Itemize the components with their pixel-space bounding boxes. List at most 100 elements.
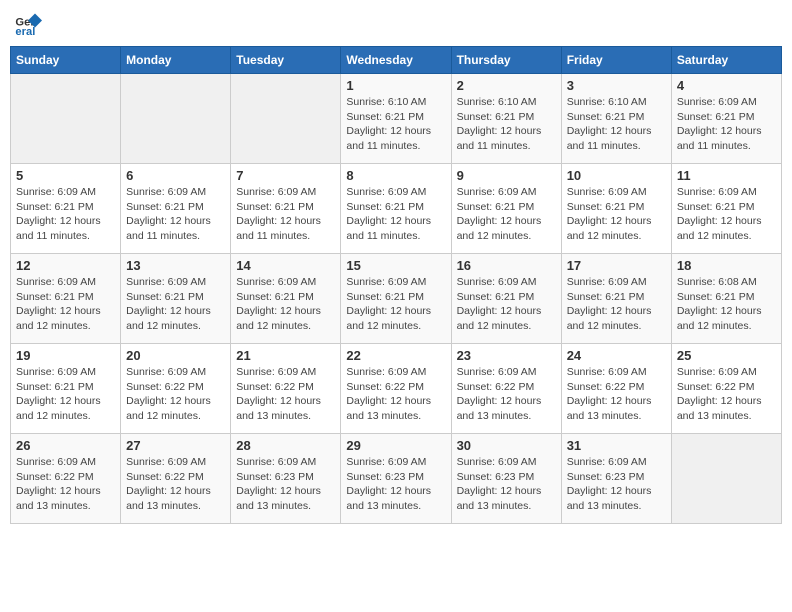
- day-number: 12: [16, 258, 115, 273]
- calendar-cell: [11, 74, 121, 164]
- calendar-cell: 1 Sunrise: 6:10 AMSunset: 6:21 PMDaylight…: [341, 74, 451, 164]
- day-number: 28: [236, 438, 335, 453]
- calendar-cell: 23 Sunrise: 6:09 AMSunset: 6:22 PMDayligh…: [451, 344, 561, 434]
- day-number: 30: [457, 438, 556, 453]
- calendar-cell: 10 Sunrise: 6:09 AMSunset: 6:21 PMDayligh…: [561, 164, 671, 254]
- day-info: Sunrise: 6:09 AMSunset: 6:21 PMDaylight:…: [346, 185, 445, 244]
- day-info: Sunrise: 6:09 AMSunset: 6:21 PMDaylight:…: [457, 275, 556, 334]
- day-info: Sunrise: 6:09 AMSunset: 6:21 PMDaylight:…: [677, 95, 776, 154]
- calendar-cell: 30 Sunrise: 6:09 AMSunset: 6:23 PMDayligh…: [451, 434, 561, 524]
- calendar-cell: 11 Sunrise: 6:09 AMSunset: 6:21 PMDayligh…: [671, 164, 781, 254]
- calendar-cell: 2Sunrise: 6:10 AMSunset: 6:21 PMDaylight…: [451, 74, 561, 164]
- calendar-cell: 12 Sunrise: 6:09 AMSunset: 6:21 PMDayligh…: [11, 254, 121, 344]
- day-info: Sunrise: 6:09 AMSunset: 6:22 PMDaylight:…: [457, 365, 556, 424]
- calendar-cell: 14 Sunrise: 6:09 AMSunset: 6:21 PMDayligh…: [231, 254, 341, 344]
- day-number: 15: [346, 258, 445, 273]
- day-number: 18: [677, 258, 776, 273]
- day-number: 14: [236, 258, 335, 273]
- day-info: Sunrise: 6:09 AMSunset: 6:21 PMDaylight:…: [677, 185, 776, 244]
- column-header-friday: Friday: [561, 47, 671, 74]
- column-header-saturday: Saturday: [671, 47, 781, 74]
- calendar-week-4: 19 Sunrise: 6:09 AMSunset: 6:21 PMDayligh…: [11, 344, 782, 434]
- day-number: 24: [567, 348, 666, 363]
- day-info: Sunrise: 6:09 AMSunset: 6:22 PMDaylight:…: [16, 455, 115, 514]
- calendar-cell: 19 Sunrise: 6:09 AMSunset: 6:21 PMDayligh…: [11, 344, 121, 434]
- calendar-cell: 8Sunrise: 6:09 AMSunset: 6:21 PMDaylight…: [341, 164, 451, 254]
- calendar-cell: [121, 74, 231, 164]
- day-info: Sunrise: 6:09 AMSunset: 6:21 PMDaylight:…: [567, 275, 666, 334]
- calendar-cell: 3Sunrise: 6:10 AMSunset: 6:21 PMDaylight…: [561, 74, 671, 164]
- day-number: 7: [236, 168, 335, 183]
- day-number: 6: [126, 168, 225, 183]
- calendar-week-5: 26 Sunrise: 6:09 AMSunset: 6:22 PMDayligh…: [11, 434, 782, 524]
- calendar-table: SundayMondayTuesdayWednesdayThursdayFrid…: [10, 46, 782, 524]
- calendar-cell: 7 Sunrise: 6:09 AMSunset: 6:21 PMDaylight…: [231, 164, 341, 254]
- day-number: 10: [567, 168, 666, 183]
- day-number: 19: [16, 348, 115, 363]
- day-info: Sunrise: 6:09 AMSunset: 6:21 PMDaylight:…: [346, 275, 445, 334]
- day-number: 29: [346, 438, 445, 453]
- day-number: 23: [457, 348, 556, 363]
- calendar-week-2: 5 Sunrise: 6:09 AMSunset: 6:21 PMDaylight…: [11, 164, 782, 254]
- day-info: Sunrise: 6:09 AMSunset: 6:22 PMDaylight:…: [677, 365, 776, 424]
- day-info: Sunrise: 6:09 AMSunset: 6:23 PMDaylight:…: [457, 455, 556, 514]
- day-number: 3: [567, 78, 666, 93]
- day-info: Sunrise: 6:09 AMSunset: 6:22 PMDaylight:…: [126, 455, 225, 514]
- calendar-cell: 22Sunrise: 6:09 AMSunset: 6:22 PMDayligh…: [341, 344, 451, 434]
- day-number: 17: [567, 258, 666, 273]
- column-header-monday: Monday: [121, 47, 231, 74]
- day-number: 22: [346, 348, 445, 363]
- column-header-wednesday: Wednesday: [341, 47, 451, 74]
- day-info: Sunrise: 6:09 AMSunset: 6:21 PMDaylight:…: [16, 365, 115, 424]
- svg-text:eral: eral: [15, 26, 35, 38]
- day-number: 26: [16, 438, 115, 453]
- calendar-cell: 4 Sunrise: 6:09 AMSunset: 6:21 PMDaylight…: [671, 74, 781, 164]
- calendar-cell: 13Sunrise: 6:09 AMSunset: 6:21 PMDayligh…: [121, 254, 231, 344]
- day-number: 5: [16, 168, 115, 183]
- day-number: 25: [677, 348, 776, 363]
- calendar-week-3: 12 Sunrise: 6:09 AMSunset: 6:21 PMDayligh…: [11, 254, 782, 344]
- day-info: Sunrise: 6:09 AMSunset: 6:21 PMDaylight:…: [16, 185, 115, 244]
- calendar-week-1: 1 Sunrise: 6:10 AMSunset: 6:21 PMDaylight…: [11, 74, 782, 164]
- day-number: 4: [677, 78, 776, 93]
- day-number: 9: [457, 168, 556, 183]
- day-info: Sunrise: 6:09 AMSunset: 6:21 PMDaylight:…: [126, 185, 225, 244]
- calendar-cell: 29Sunrise: 6:09 AMSunset: 6:23 PMDayligh…: [341, 434, 451, 524]
- calendar-cell: 21 Sunrise: 6:09 AMSunset: 6:22 PMDayligh…: [231, 344, 341, 434]
- logo: Gen eral: [14, 10, 46, 38]
- calendar-cell: 15 Sunrise: 6:09 AMSunset: 6:21 PMDayligh…: [341, 254, 451, 344]
- day-number: 16: [457, 258, 556, 273]
- day-info: Sunrise: 6:09 AMSunset: 6:21 PMDaylight:…: [236, 185, 335, 244]
- day-info: Sunrise: 6:10 AMSunset: 6:21 PMDaylight:…: [346, 95, 445, 154]
- day-number: 21: [236, 348, 335, 363]
- calendar-cell: 26 Sunrise: 6:09 AMSunset: 6:22 PMDayligh…: [11, 434, 121, 524]
- calendar-cell: 9 Sunrise: 6:09 AMSunset: 6:21 PMDaylight…: [451, 164, 561, 254]
- day-info: Sunrise: 6:09 AMSunset: 6:21 PMDaylight:…: [457, 185, 556, 244]
- calendar-cell: 6 Sunrise: 6:09 AMSunset: 6:21 PMDaylight…: [121, 164, 231, 254]
- day-info: Sunrise: 6:09 AMSunset: 6:21 PMDaylight:…: [16, 275, 115, 334]
- day-info: Sunrise: 6:09 AMSunset: 6:22 PMDaylight:…: [236, 365, 335, 424]
- calendar-cell: [231, 74, 341, 164]
- day-info: Sunrise: 6:09 AMSunset: 6:21 PMDaylight:…: [126, 275, 225, 334]
- day-number: 11: [677, 168, 776, 183]
- page-header: Gen eral: [10, 10, 782, 38]
- column-header-tuesday: Tuesday: [231, 47, 341, 74]
- calendar-cell: 16 Sunrise: 6:09 AMSunset: 6:21 PMDayligh…: [451, 254, 561, 344]
- day-number: 31: [567, 438, 666, 453]
- day-info: Sunrise: 6:10 AMSunset: 6:21 PMDaylight:…: [457, 95, 556, 154]
- day-number: 27: [126, 438, 225, 453]
- day-info: Sunrise: 6:09 AMSunset: 6:23 PMDaylight:…: [567, 455, 666, 514]
- day-info: Sunrise: 6:08 AMSunset: 6:21 PMDaylight:…: [677, 275, 776, 334]
- calendar-cell: 5 Sunrise: 6:09 AMSunset: 6:21 PMDaylight…: [11, 164, 121, 254]
- day-info: Sunrise: 6:09 AMSunset: 6:22 PMDaylight:…: [126, 365, 225, 424]
- logo-icon: Gen eral: [14, 10, 42, 38]
- calendar-cell: 20Sunrise: 6:09 AMSunset: 6:22 PMDayligh…: [121, 344, 231, 434]
- column-header-thursday: Thursday: [451, 47, 561, 74]
- day-info: Sunrise: 6:09 AMSunset: 6:21 PMDaylight:…: [567, 185, 666, 244]
- calendar-cell: 24Sunrise: 6:09 AMSunset: 6:22 PMDayligh…: [561, 344, 671, 434]
- day-info: Sunrise: 6:09 AMSunset: 6:21 PMDaylight:…: [236, 275, 335, 334]
- day-number: 1: [346, 78, 445, 93]
- day-info: Sunrise: 6:09 AMSunset: 6:23 PMDaylight:…: [236, 455, 335, 514]
- calendar-cell: 18 Sunrise: 6:08 AMSunset: 6:21 PMDayligh…: [671, 254, 781, 344]
- calendar-cell: 31 Sunrise: 6:09 AMSunset: 6:23 PMDayligh…: [561, 434, 671, 524]
